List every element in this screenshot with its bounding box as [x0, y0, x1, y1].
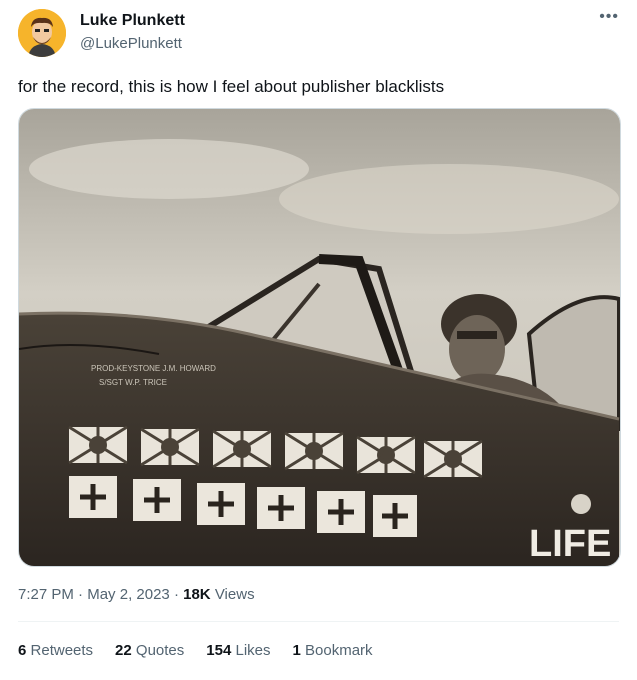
life-watermark: LIFE [529, 523, 611, 565]
likes-count: 154 [206, 642, 232, 659]
divider [18, 621, 619, 622]
plane-caption-2: S/SGT W.P. TRICE [99, 378, 167, 387]
quotes-stat[interactable]: 22 Quotes [115, 642, 184, 659]
views-label: Views [214, 586, 255, 603]
author-name[interactable]: Luke Plunkett [80, 12, 185, 30]
retweets-stat[interactable]: 6 Retweets [18, 642, 93, 659]
quotes-count: 22 [115, 642, 132, 659]
author-handle[interactable]: @LukePlunkett [80, 35, 182, 52]
retweets-label: Retweets [30, 642, 94, 659]
bookmarks-label: Bookmark [305, 642, 373, 659]
bookmarks-stat[interactable]: 1 Bookmark [293, 642, 373, 659]
views-count: 18K [183, 586, 211, 603]
likes-stat[interactable]: 154 Likes [206, 642, 270, 659]
retweets-count: 6 [18, 642, 27, 659]
tweet-meta: 7:27 PM · May 2, 2023 · 18K Views [18, 586, 255, 603]
tweet: Luke Plunkett @LukePlunkett ••• for the … [0, 0, 637, 680]
tweet-photo[interactable]: PROD-KEYSTONE J.M. HOWARD S/SGT W.P. TRI… [18, 108, 621, 567]
tweet-date[interactable]: May 2, 2023 [87, 586, 170, 603]
engagement-stats: 6 Retweets 22 Quotes 154 Likes 1 Bookmar… [18, 642, 373, 659]
tweet-text: for the record, this is how I feel about… [18, 77, 445, 96]
likes-label: Likes [235, 642, 271, 659]
tweet-time[interactable]: 7:27 PM [18, 586, 74, 603]
more-options-icon[interactable]: ••• [599, 8, 619, 26]
avatar[interactable] [18, 9, 66, 57]
quotes-label: Quotes [135, 642, 185, 659]
plane-caption-1: PROD-KEYSTONE J.M. HOWARD [91, 364, 216, 373]
bookmarks-count: 1 [292, 642, 301, 659]
